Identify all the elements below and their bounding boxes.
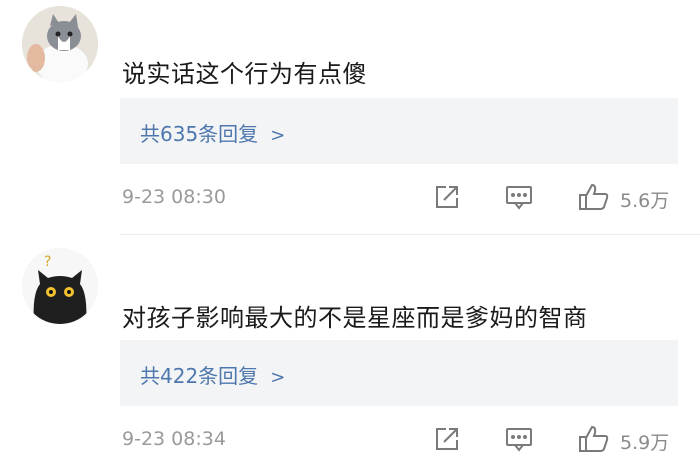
- comment-icon: [506, 428, 532, 452]
- like-count: 5.6万: [620, 190, 670, 212]
- like-button[interactable]: [578, 424, 609, 454]
- comment-meta-bar: 9-23 08:34 5.9万: [0, 420, 700, 460]
- reply-count-label: 共422条回复: [140, 364, 259, 388]
- chevron-right-icon: >: [270, 125, 286, 146]
- user-avatar[interactable]: [22, 6, 98, 82]
- like-button[interactable]: [578, 182, 609, 212]
- reply-summary-box[interactable]: 共422条回复 >: [120, 340, 678, 406]
- reply-button[interactable]: [504, 182, 534, 212]
- comment-timestamp: 9-23 08:30: [122, 186, 226, 208]
- share-button[interactable]: [432, 424, 462, 454]
- share-button[interactable]: [432, 182, 462, 212]
- reply-summary-box[interactable]: 共635条回复 >: [120, 98, 678, 164]
- comment-timestamp: 9-23 08:34: [122, 428, 226, 450]
- svg-text:?: ?: [44, 254, 51, 270]
- comment-meta-bar: 9-23 08:30 5.6万: [0, 178, 700, 218]
- cat-avatar-icon: [22, 6, 98, 82]
- view-replies-link[interactable]: 共422条回复 >: [140, 360, 285, 389]
- share-icon: [436, 186, 458, 208]
- reply-count-label: 共635条回复: [140, 122, 259, 146]
- thumbs-up-icon: [579, 183, 609, 210]
- comment-text: 说实话这个行为有点傻: [122, 60, 367, 88]
- thumbs-up-icon: [579, 425, 609, 452]
- view-replies-link[interactable]: 共635条回复 >: [140, 118, 285, 147]
- comment-divider: [120, 234, 700, 235]
- user-avatar[interactable]: ?: [22, 248, 98, 324]
- comment-text: 对孩子影响最大的不是星座而是爹妈的智商: [122, 304, 588, 332]
- comment-icon: [506, 186, 532, 210]
- share-icon: [436, 428, 458, 450]
- like-count: 5.9万: [620, 432, 670, 454]
- chevron-right-icon: >: [270, 367, 286, 388]
- reply-button[interactable]: [504, 424, 534, 454]
- black-cat-avatar-icon: ?: [22, 248, 98, 324]
